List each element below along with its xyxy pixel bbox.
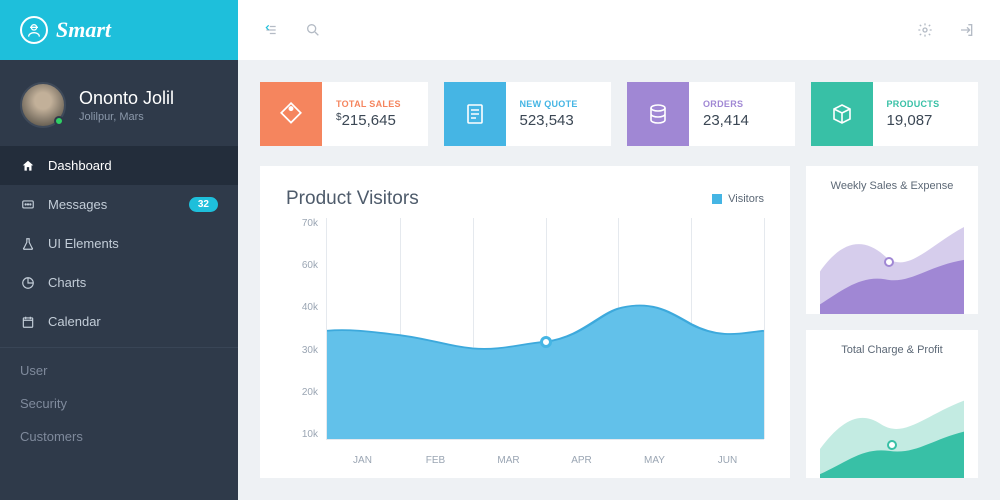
chart-legend: Visitors <box>712 193 764 205</box>
stats-row: TOTAL SALES$215,645 NEW QUOTE523,543 ORD… <box>260 82 978 146</box>
x-axis-labels: JANFEBMARAPRMAYJUN <box>326 455 764 466</box>
sidebar-item-label: Messages <box>48 197 107 212</box>
sidebar-item-dashboard[interactable]: Dashboard <box>0 146 238 185</box>
sidebar-item-messages[interactable]: Messages 32 <box>0 185 238 224</box>
y-axis-labels: 70k60k40k30k20k10k <box>286 218 318 440</box>
database-icon <box>627 82 689 146</box>
sidebar-item-charts[interactable]: Charts <box>0 263 238 302</box>
document-icon <box>444 82 506 146</box>
sidebar-item-label: UI Elements <box>48 236 119 251</box>
chart-marker <box>887 440 897 450</box>
menu-toggle-button[interactable] <box>260 19 282 41</box>
logout-button[interactable] <box>956 19 978 41</box>
home-icon <box>20 159 36 173</box>
search-button[interactable] <box>302 19 324 41</box>
weekly-sales-expense-chart[interactable]: Weekly Sales & Expense <box>806 166 978 314</box>
status-online-icon <box>54 116 64 126</box>
sidebar-item-label: Charts <box>48 275 86 290</box>
flask-icon <box>20 237 36 251</box>
user-profile[interactable]: Ononto Jolil Jolilpur, Mars <box>0 60 238 146</box>
sidebar-item-user[interactable]: User <box>0 354 238 387</box>
sidebar: Smart Ononto Jolil Jolilpur, Mars Dashbo… <box>0 0 238 500</box>
sidebar-item-calendar[interactable]: Calendar <box>0 302 238 341</box>
pie-icon <box>20 276 36 290</box>
settings-button[interactable] <box>914 19 936 41</box>
divider <box>0 347 238 348</box>
tag-icon <box>260 82 322 146</box>
sidebar-item-label: Calendar <box>48 314 101 329</box>
sidebar-item-customers[interactable]: Customers <box>0 420 238 453</box>
user-name: Ononto Jolil <box>79 88 174 109</box>
chart-plot <box>326 218 764 440</box>
product-visitors-chart: Product Visitors Visitors 70k60k40k30k20… <box>260 166 790 478</box>
stat-total-sales[interactable]: TOTAL SALES$215,645 <box>260 82 428 146</box>
total-charge-profit-chart[interactable]: Total Charge & Profit <box>806 330 978 478</box>
sidebar-item-ui-elements[interactable]: UI Elements <box>0 224 238 263</box>
stat-new-quote[interactable]: NEW QUOTE523,543 <box>444 82 612 146</box>
calendar-icon <box>20 315 36 329</box>
chart-title: Product Visitors <box>286 188 419 210</box>
topbar <box>238 0 1000 60</box>
message-icon <box>20 198 36 212</box>
stat-products[interactable]: PRODUCTS19,087 <box>811 82 979 146</box>
brand-name: Smart <box>56 17 111 43</box>
brand-bar: Smart <box>0 0 238 60</box>
brand-icon <box>20 16 48 44</box>
chart-marker <box>540 336 552 348</box>
user-location: Jolilpur, Mars <box>79 111 174 123</box>
stat-orders[interactable]: ORDERS23,414 <box>627 82 795 146</box>
messages-badge: 32 <box>189 197 218 212</box>
main-nav: Dashboard Messages 32 UI Elements Charts… <box>0 146 238 453</box>
chart-marker <box>884 257 894 267</box>
sidebar-item-label: Dashboard <box>48 158 112 173</box>
sidebar-item-security[interactable]: Security <box>0 387 238 420</box>
cube-icon <box>811 82 873 146</box>
